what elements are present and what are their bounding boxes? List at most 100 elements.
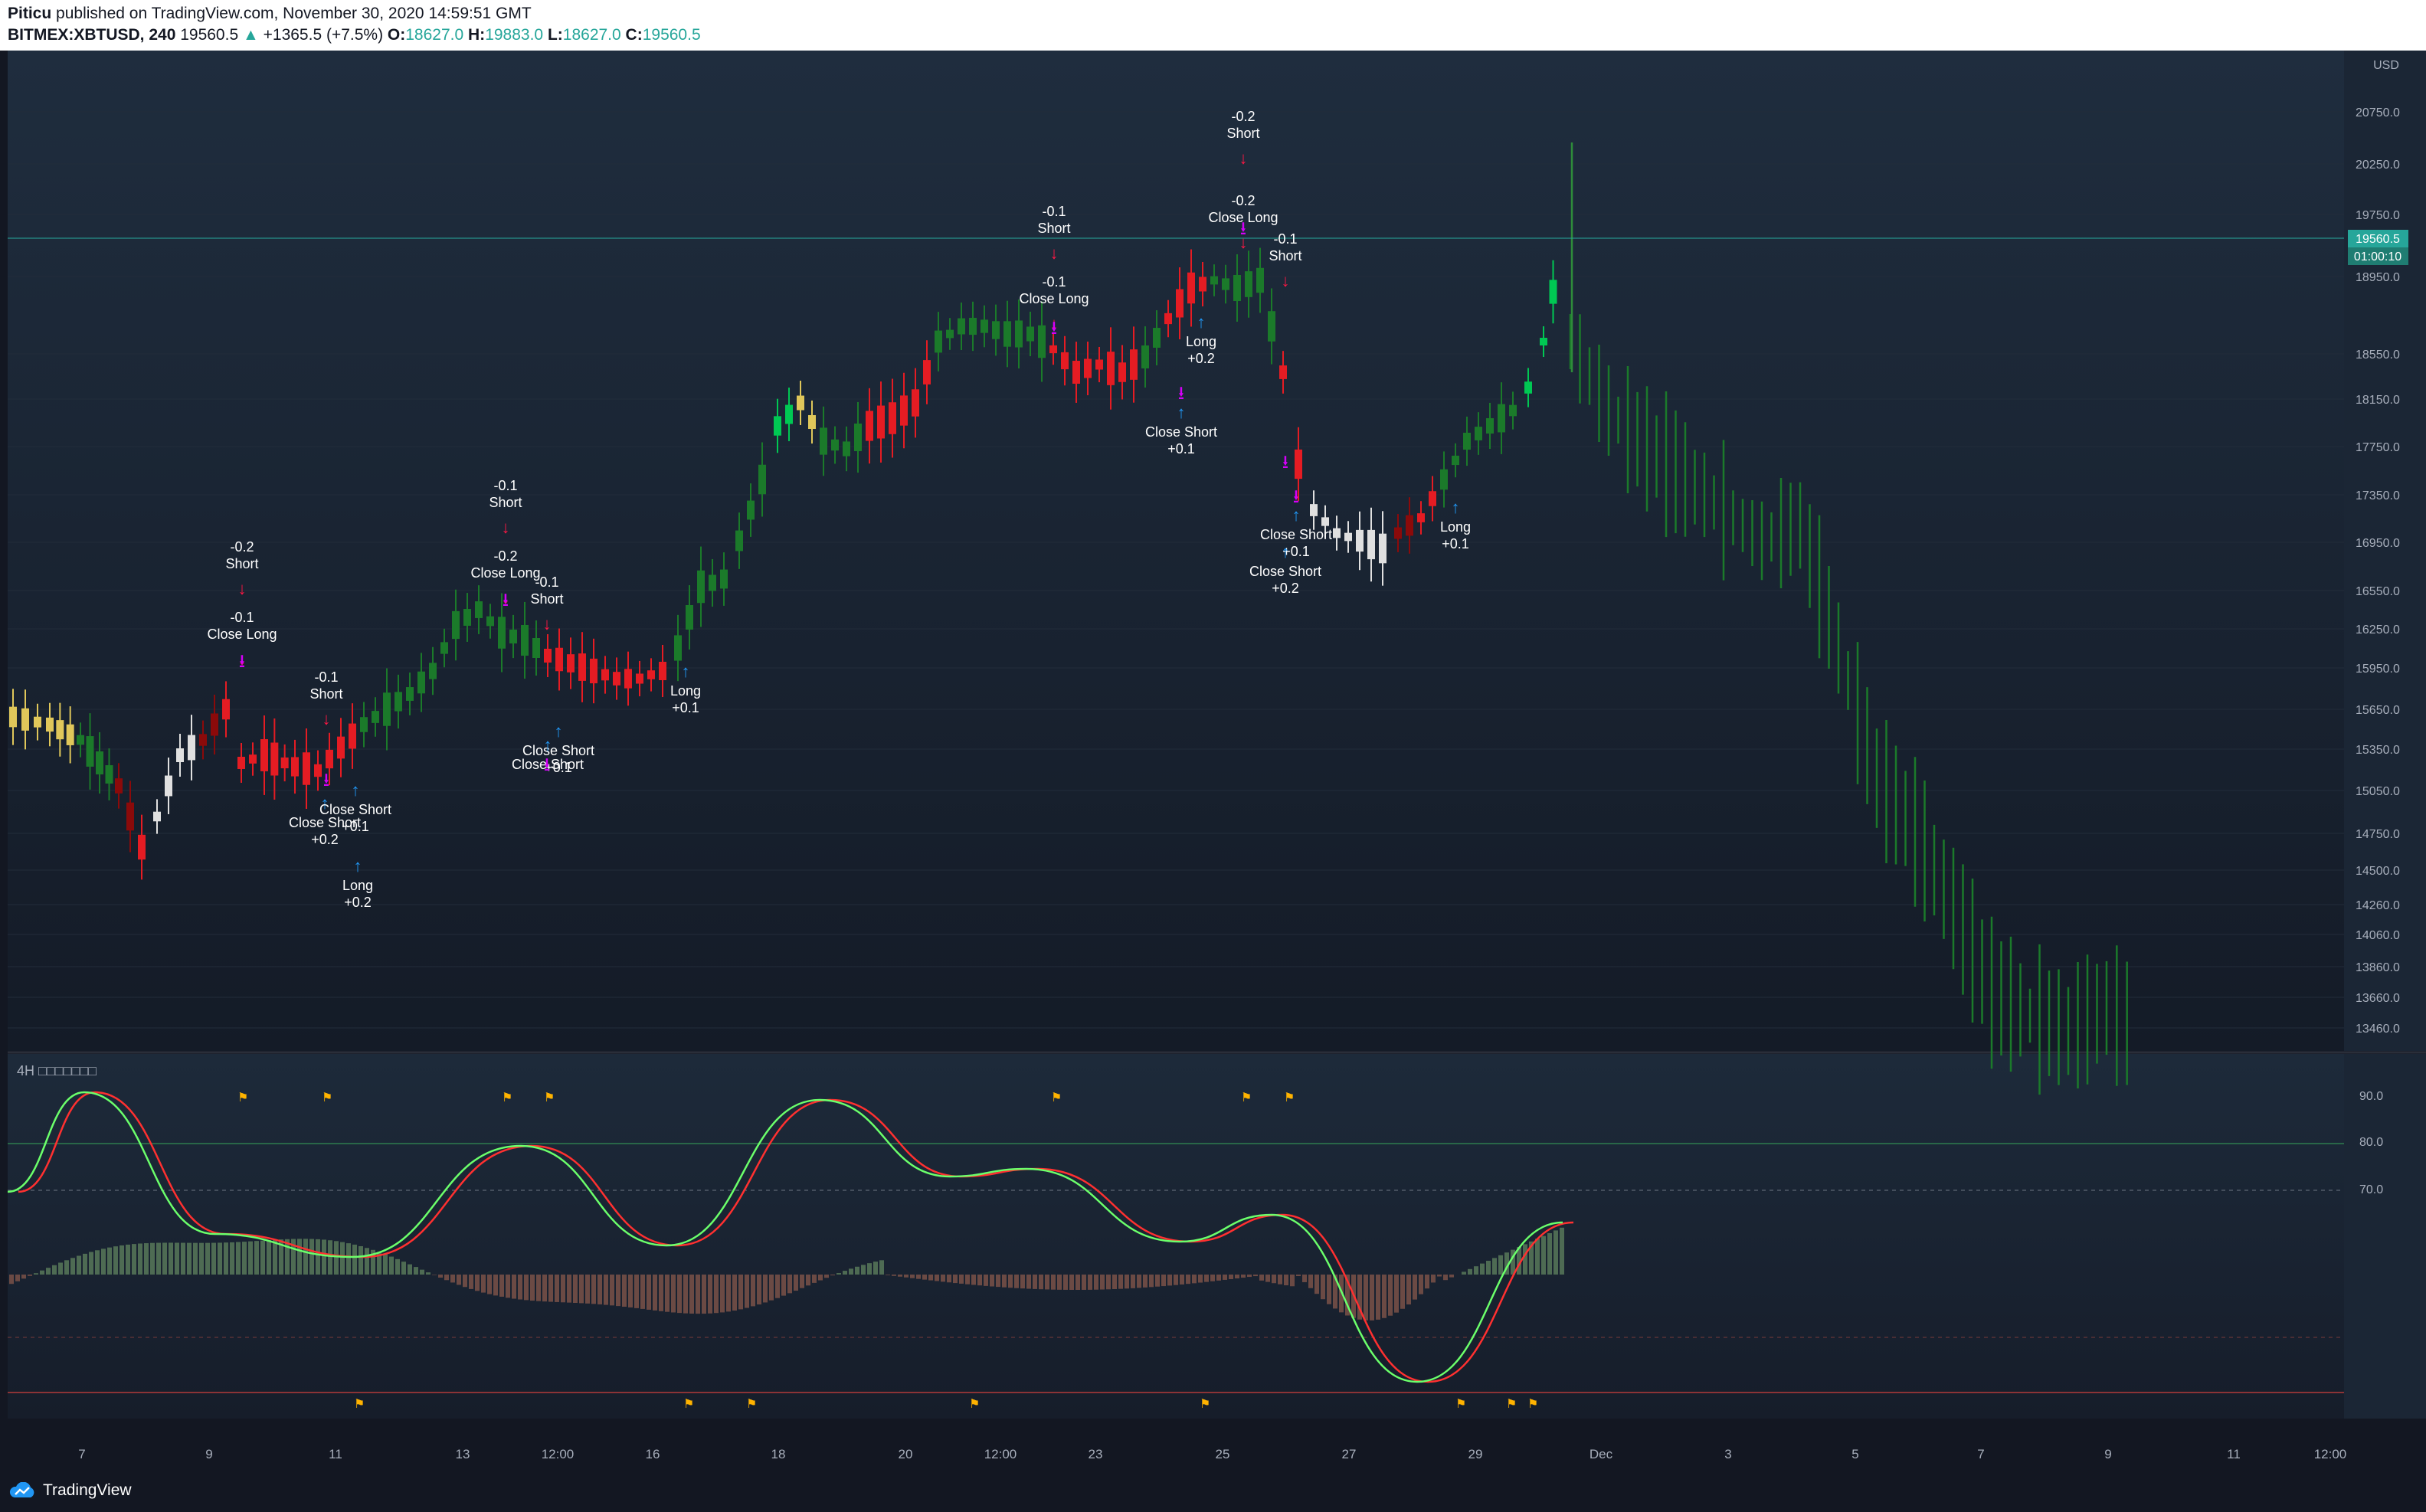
time-tick-label: 20 — [899, 1447, 913, 1461]
histogram-bar — [1413, 1275, 1417, 1300]
signal-label: Long — [342, 878, 373, 893]
histogram-bar — [46, 1268, 51, 1275]
histogram-bar — [1278, 1275, 1282, 1285]
histogram-bar — [487, 1275, 492, 1294]
time-tick-label: 25 — [1216, 1447, 1230, 1461]
candle-body — [1463, 432, 1471, 450]
histogram-bar — [959, 1275, 964, 1284]
histogram-bar — [738, 1275, 743, 1310]
candle-body — [1344, 532, 1352, 542]
candle-body — [475, 601, 483, 618]
histogram-bar — [1449, 1275, 1454, 1278]
histogram-bar — [334, 1241, 339, 1275]
oscillator-axis[interactable]: 90.0 80.0 70.0 — [2344, 1054, 2426, 1419]
candle-body — [969, 317, 977, 335]
histogram-bar — [542, 1275, 547, 1302]
chart-canvas[interactable]: -0.2Short↓-0.1Close Long↓-0.1Short↓↑Clos… — [0, 51, 2426, 1474]
candle-body — [601, 669, 609, 681]
histogram-bar — [175, 1242, 179, 1275]
signal-flag-icon: ⚑ — [1506, 1398, 1517, 1411]
price-axis[interactable]: USD 19560.5 01:00:10 20750.0 20250.0 19750… — [2344, 51, 2426, 1051]
histogram-bar — [1186, 1275, 1190, 1285]
candle-body — [1233, 274, 1241, 302]
price-tick-label: 13660.0 — [2356, 992, 2400, 1005]
countdown-label: 01:00:10 — [2354, 250, 2401, 263]
histogram-bar — [309, 1239, 314, 1275]
candle-body — [613, 672, 620, 686]
histogram-bar — [548, 1275, 553, 1302]
histogram-bar — [493, 1275, 498, 1296]
candle-body — [1141, 345, 1149, 368]
candle-body — [636, 673, 643, 684]
histogram-bar — [536, 1275, 541, 1301]
histogram-bar — [1364, 1275, 1368, 1321]
signal-label: -0.2 — [1231, 193, 1255, 208]
signal-label: Close Long — [470, 565, 540, 581]
time-tick-label: 11 — [2227, 1447, 2241, 1461]
signal-flag-icon: ⚑ — [746, 1398, 757, 1411]
close-marker-icon: ⭳ — [1178, 383, 1184, 404]
time-axis[interactable]: 7 9 11 13 12:00 16 18 20 12:00 23 25 27 29 Dec 3 5 7 9 11 1… — [8, 1434, 2426, 1474]
symbol-name[interactable]: BITMEX:XBTUSD, 240 — [8, 26, 175, 44]
histogram-bar — [555, 1275, 559, 1302]
histogram-bar — [1406, 1275, 1411, 1305]
histogram-bar — [1425, 1275, 1429, 1289]
candle-body — [912, 389, 919, 417]
histogram-bar — [340, 1242, 345, 1275]
candle-body — [900, 395, 908, 426]
close-marker-icon: ⭳ — [323, 770, 329, 790]
histogram-bar — [1106, 1275, 1111, 1290]
candle-body — [946, 329, 954, 339]
tradingview-logo[interactable]: TradingView — [8, 1481, 132, 1500]
close-value: 19560.5 — [642, 26, 701, 44]
candle-body — [237, 757, 245, 769]
histogram-bar — [463, 1275, 467, 1288]
candle-body — [735, 530, 743, 551]
histogram-bar — [15, 1275, 20, 1281]
signal-label: -0.2 — [493, 548, 517, 564]
author-name[interactable]: Piticu — [8, 5, 51, 22]
histogram-bar — [1498, 1255, 1503, 1275]
histogram-bar — [873, 1262, 878, 1275]
histogram-bar — [1382, 1275, 1387, 1318]
candle-body — [406, 687, 414, 701]
short-arrow-icon: ↓ — [238, 579, 247, 598]
candle-body — [1279, 365, 1287, 379]
signal-flag-icon: ⚑ — [683, 1398, 694, 1411]
price-tick-label: 14500.0 — [2356, 865, 2400, 878]
histogram-bar — [1547, 1233, 1552, 1275]
price-tick-label: 16250.0 — [2356, 623, 2400, 637]
histogram-bar — [169, 1242, 173, 1275]
time-tick-label: 7 — [1977, 1447, 1984, 1461]
close-marker-icon: ⭳ — [544, 754, 550, 775]
candle-body — [1333, 528, 1341, 538]
histogram-bar — [573, 1275, 578, 1303]
signal-label: Short — [489, 495, 522, 510]
candle-body — [1486, 417, 1494, 434]
histogram-bar — [941, 1275, 945, 1282]
signal-flag-icon: ⚑ — [1455, 1398, 1466, 1411]
histogram-bar — [726, 1275, 731, 1312]
histogram-bar — [1290, 1275, 1295, 1287]
price-tick-label: 14750.0 — [2356, 828, 2400, 841]
candle-body — [1394, 527, 1402, 539]
chart-area[interactable]: -0.2 Short ↓ -0.1 Close Long ↓ -0.1 Short ↓ ↑ Clos… — [0, 51, 2426, 1474]
histogram-bar — [659, 1275, 663, 1311]
high-label: H: — [468, 26, 486, 44]
histogram-bar — [732, 1275, 737, 1311]
candle-body — [578, 653, 586, 681]
histogram-bar — [898, 1275, 902, 1277]
histogram-bar — [1253, 1275, 1258, 1277]
candle-body — [1379, 533, 1387, 564]
histogram-bar — [162, 1242, 167, 1275]
candle-body — [1107, 352, 1115, 385]
histogram-bar — [1020, 1275, 1025, 1289]
oscillator-title[interactable]: 4H □□□□□□□ — [17, 1063, 97, 1078]
candle-body — [532, 637, 540, 659]
signal-flag-icon: ⚑ — [1241, 1091, 1252, 1105]
histogram-bar — [1296, 1275, 1301, 1276]
signal-label: -0.2 — [230, 539, 254, 555]
signal-label: -0.1 — [493, 478, 517, 493]
histogram-bar — [1149, 1275, 1154, 1288]
close-marker-icon: ⭳ — [1282, 452, 1288, 473]
